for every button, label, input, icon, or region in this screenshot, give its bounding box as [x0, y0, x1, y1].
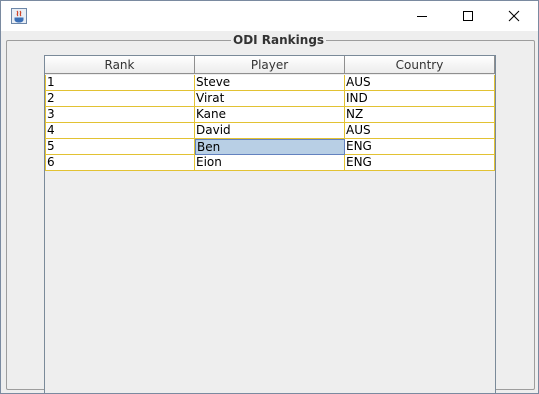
column-header-country[interactable]: Country: [345, 56, 495, 74]
table-row[interactable]: 6 Eion ENG: [45, 155, 495, 171]
cell-rank[interactable]: 3: [45, 107, 195, 123]
cell-player[interactable]: Steve: [195, 75, 345, 91]
cell-country[interactable]: ENG: [345, 139, 495, 155]
cell-country[interactable]: IND: [345, 91, 495, 107]
java-app-icon: [11, 8, 27, 24]
cell-country[interactable]: ENG: [345, 155, 495, 171]
close-button[interactable]: [491, 1, 537, 31]
cell-rank[interactable]: 6: [45, 155, 195, 171]
table-row[interactable]: 5 Ben ENG: [45, 139, 495, 155]
cell-player[interactable]: Virat: [195, 91, 345, 107]
table-row[interactable]: 2 Virat IND: [45, 91, 495, 107]
table-scroll-pane[interactable]: Rank Player Country 1 Steve AUS 2 Virat …: [44, 55, 496, 393]
cell-country[interactable]: AUS: [345, 123, 495, 139]
maximize-button[interactable]: [445, 1, 491, 31]
cell-country[interactable]: NZ: [345, 107, 495, 123]
panel-title: ODI Rankings: [231, 33, 327, 47]
minimize-button[interactable]: [399, 1, 445, 31]
minimize-icon: [417, 16, 427, 17]
cell-player-selected[interactable]: Ben: [195, 139, 345, 155]
cell-rank[interactable]: 5: [45, 139, 195, 155]
close-icon: [508, 10, 520, 22]
maximize-icon: [463, 11, 473, 21]
cell-player[interactable]: David: [195, 123, 345, 139]
cell-player[interactable]: Kane: [195, 107, 345, 123]
cell-rank[interactable]: 4: [45, 123, 195, 139]
table-row[interactable]: 1 Steve AUS: [45, 75, 495, 91]
column-header-player[interactable]: Player: [195, 56, 345, 74]
table-row[interactable]: 3 Kane NZ: [45, 107, 495, 123]
table-body: 1 Steve AUS 2 Virat IND 3 Kane NZ 4 Davi…: [45, 75, 495, 171]
table-header: Rank Player Country: [45, 56, 495, 75]
title-bar[interactable]: [1, 1, 538, 31]
column-header-rank[interactable]: Rank: [45, 56, 195, 74]
table-row[interactable]: 4 David AUS: [45, 123, 495, 139]
cell-player[interactable]: Eion: [195, 155, 345, 171]
cell-rank[interactable]: 2: [45, 91, 195, 107]
app-window: ODI Rankings Rank Player Country 1 Steve…: [0, 0, 539, 394]
content-pane: ODI Rankings Rank Player Country 1 Steve…: [1, 31, 538, 393]
cell-rank[interactable]: 1: [45, 75, 195, 91]
cell-country[interactable]: AUS: [345, 75, 495, 91]
